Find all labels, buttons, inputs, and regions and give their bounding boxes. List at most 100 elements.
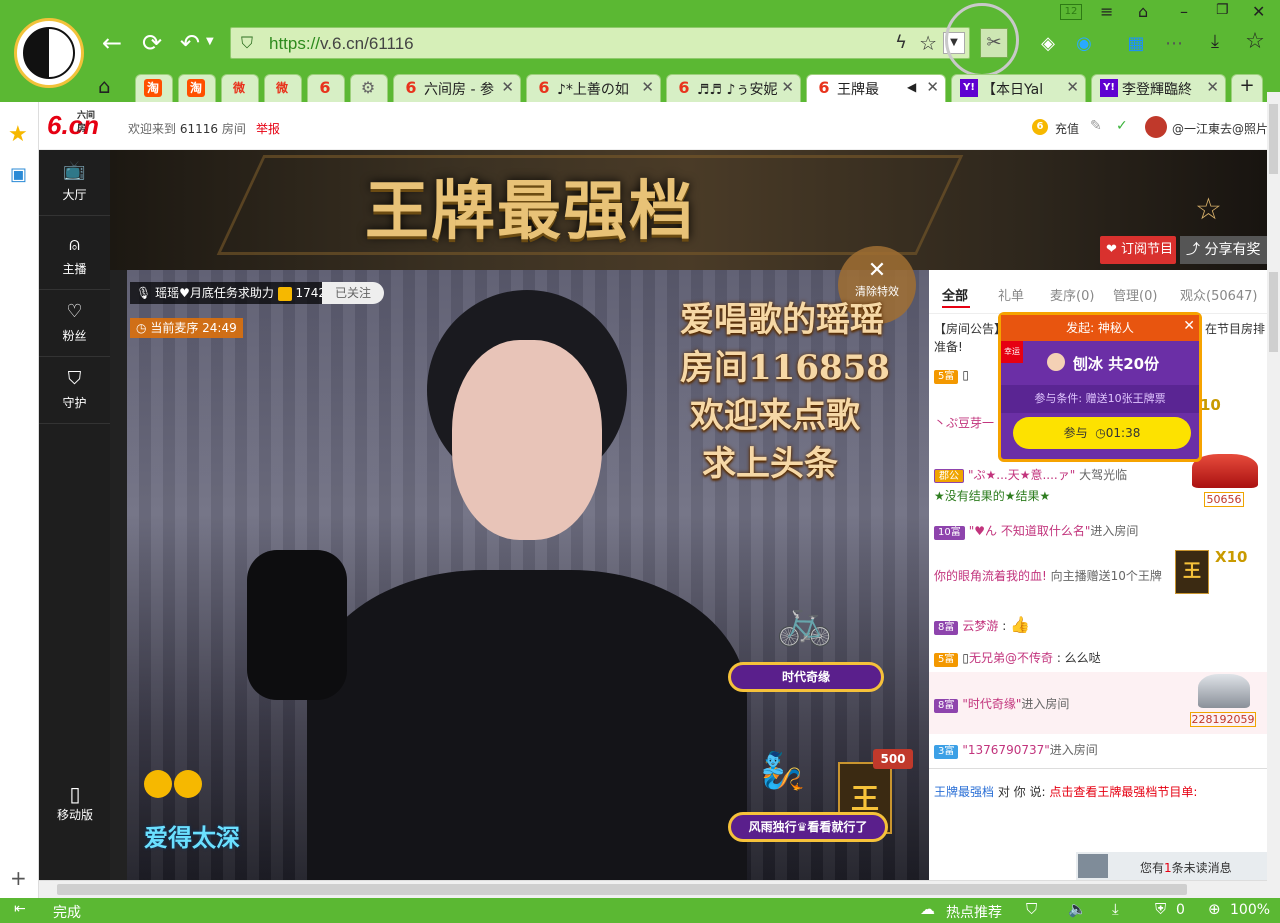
emoji-icon [174, 770, 202, 798]
calculator-icon[interactable]: ▦ [1124, 32, 1148, 56]
heart-icon: ♡ [66, 301, 83, 322]
close-window-icon[interactable]: ✕ [1252, 2, 1265, 21]
bicycle-icon: 🚲 [776, 594, 834, 648]
tab-yahoo-b[interactable]: Y! 李登輝臨終 ✕ [1091, 74, 1226, 102]
status-text: 完成 [53, 905, 81, 921]
reader-icon[interactable]: ▣ [10, 164, 27, 185]
ace-gift-icon: 王 [1175, 550, 1209, 594]
sidenav-item-fans[interactable]: ♡ 粉丝 [39, 291, 110, 357]
tab-yahoo-a[interactable]: Y! 【本日Yal ✕ [951, 74, 1086, 102]
sidenav-item-guard[interactable]: ⛉ 守护 [39, 358, 110, 424]
site-logo[interactable]: 6.cn 六间房 [47, 110, 99, 141]
zoom-icon[interactable]: ⊕ [1208, 900, 1221, 918]
announcement-tail: 在节目房排 [1205, 322, 1266, 336]
tab-6cn-b[interactable]: 6 ♪*上善の如 ✕ [526, 74, 661, 102]
coin-icon [277, 286, 292, 301]
unread-message-bar[interactable]: 您有1条未读消息 [1076, 852, 1267, 880]
lightning-icon[interactable]: ϟ [895, 32, 907, 53]
sidebar-toggle-icon[interactable]: ⇤ [14, 901, 26, 917]
close-tab-icon[interactable]: ✕ [781, 78, 794, 96]
bottom-message: 王牌最强档 对 你 说: 点击查看王牌最强档节目单: [934, 785, 1198, 799]
vertical-scrollbar[interactable] [1267, 92, 1280, 898]
chat-tab-all[interactable]: 全部 [942, 285, 968, 304]
download-icon[interactable]: ⤓ [1203, 30, 1227, 54]
chat-tab-gifts[interactable]: 礼单 [998, 285, 1024, 304]
sidenav-item-anchor[interactable]: ⍝ 主播 [39, 224, 110, 290]
back-icon[interactable]: ← [98, 29, 126, 57]
address-bar[interactable]: ⛉ https://v.6.cn/61116 ϟ ☆ ▼ [230, 27, 970, 59]
scroll-thumb[interactable] [1269, 272, 1278, 352]
bookmark-star-icon[interactable]: ☆ [919, 31, 937, 55]
mute-icon[interactable]: ◀ [907, 80, 916, 94]
minimize-icon[interactable]: – [1180, 2, 1188, 21]
check-icon[interactable]: ✓ [1116, 118, 1128, 134]
browser-logo[interactable] [14, 18, 84, 88]
report-link[interactable]: 举报 [256, 120, 280, 137]
close-tab-icon[interactable]: ✕ [641, 78, 654, 96]
tab-taobao-2[interactable]: 淘 [178, 74, 216, 102]
close-tab-icon[interactable]: ✕ [1206, 78, 1219, 96]
chat-tab-queue[interactable]: 麦序(0) [1050, 285, 1094, 304]
refresh-icon[interactable]: ⟳ [138, 29, 166, 57]
overlay-line-1: 爱唱歌的瑶瑶 [680, 300, 884, 340]
chat-row-9: 3富 "1376790737"进入房间 [934, 741, 1098, 759]
host-info-bar[interactable]: 🎙 瑶瑶♥月底任务求助力 1742 [130, 282, 333, 304]
close-tab-icon[interactable]: ✕ [1066, 78, 1079, 96]
tab-6cn-a[interactable]: 6 六间房 - 参 ✕ [393, 74, 521, 102]
avatar[interactable] [1145, 116, 1167, 138]
tab-6cn-c[interactable]: 6 ♬♬ ♪ぅ安妮 ✕ [666, 74, 801, 102]
chat-tab-audience[interactable]: 观众(50647) [1180, 285, 1258, 304]
undo-dropdown-icon[interactable]: ▼ [206, 36, 214, 47]
username[interactable]: @一江東去@照片 [1172, 120, 1267, 137]
popup-corner-tag: 幸运 [1001, 341, 1023, 363]
zoom-level[interactable]: 100% [1230, 902, 1270, 918]
chat-row-3-line2: ★没有结果的★结果★ [934, 489, 1051, 503]
favorites-star-icon[interactable]: ☆ [1243, 30, 1267, 54]
active-tab-indicator [942, 306, 970, 308]
undo-icon[interactable]: ↶ [176, 29, 204, 57]
unread-text: 您有1条未读消息 [1140, 861, 1232, 875]
chat-tab-admin[interactable]: 管理(0) [1113, 285, 1157, 304]
popup-close-icon[interactable]: ✕ [1183, 318, 1195, 334]
shield-icon[interactable]: ⛉ [1026, 900, 1037, 918]
close-tab-icon[interactable]: ✕ [501, 78, 514, 96]
volume-icon[interactable]: 🔈 [1068, 900, 1087, 918]
tab-weibo-1[interactable]: 微 [221, 74, 259, 102]
join-button[interactable]: 参与 ◷01:38 [1013, 417, 1191, 449]
lottery-popup[interactable]: 发起: 神秘人 ✕ 幸运 刨冰 共20份 参与条件: 赠送10张王牌票 参与 ◷… [998, 312, 1202, 462]
menu-icon[interactable]: ≡ [1100, 2, 1113, 21]
sidenav-item-hall[interactable]: 📺 大厅 [39, 150, 110, 216]
favorites-icon[interactable]: ★ [8, 122, 28, 147]
share-button[interactable]: ⤴ 分享有奖 [1180, 236, 1270, 264]
tab-taobao-1[interactable]: 淘 [135, 74, 173, 102]
security-icon[interactable]: ⛨ [1155, 900, 1166, 918]
tab-count-badge[interactable]: 12 [1060, 4, 1082, 20]
skin-icon[interactable]: ⌂ [1138, 2, 1148, 21]
security-count: 0 [1176, 902, 1185, 918]
recharge-link[interactable]: 充值 [1055, 120, 1079, 137]
scroll-thumb[interactable] [1269, 104, 1278, 174]
download-manager-icon[interactable]: ⤓ [1112, 900, 1119, 918]
edit-icon[interactable]: ✎ [1090, 118, 1102, 134]
subscribe-button[interactable]: ❤ 订阅节目 [1100, 236, 1176, 264]
tab-weibo-2[interactable]: 微 [264, 74, 302, 102]
scroll-thumb[interactable] [57, 884, 1187, 895]
tab-active[interactable]: 6 王牌最 ◀ ✕ [806, 74, 946, 102]
sync-icon[interactable]: ◉ [1072, 32, 1096, 56]
mic-icon: 🎙 [136, 286, 152, 300]
close-tab-icon[interactable]: ✕ [926, 78, 939, 96]
tab-settings[interactable]: ⚙ [350, 74, 388, 102]
clock-icon: ◷ [136, 321, 147, 335]
horizontal-scrollbar[interactable] [39, 880, 1267, 898]
scissors-icon[interactable]: ✂ [980, 28, 1008, 58]
tab-6cn[interactable]: 6 [307, 74, 345, 102]
add-sidebar-icon[interactable]: + [10, 866, 27, 890]
follow-button[interactable]: 已关注 [322, 282, 384, 304]
gift-multiplier: 10 [1200, 396, 1221, 414]
more-icon[interactable]: ⋯ [1162, 32, 1186, 56]
maximize-icon[interactable]: ❐ [1216, 2, 1229, 18]
new-tab-button[interactable]: + [1231, 74, 1263, 102]
translate-icon[interactable]: ◈ [1036, 32, 1060, 56]
mobile-version-button[interactable]: ▯ 移动版 [53, 782, 97, 830]
hot-recommend-link[interactable]: 热点推荐 [946, 902, 1002, 922]
